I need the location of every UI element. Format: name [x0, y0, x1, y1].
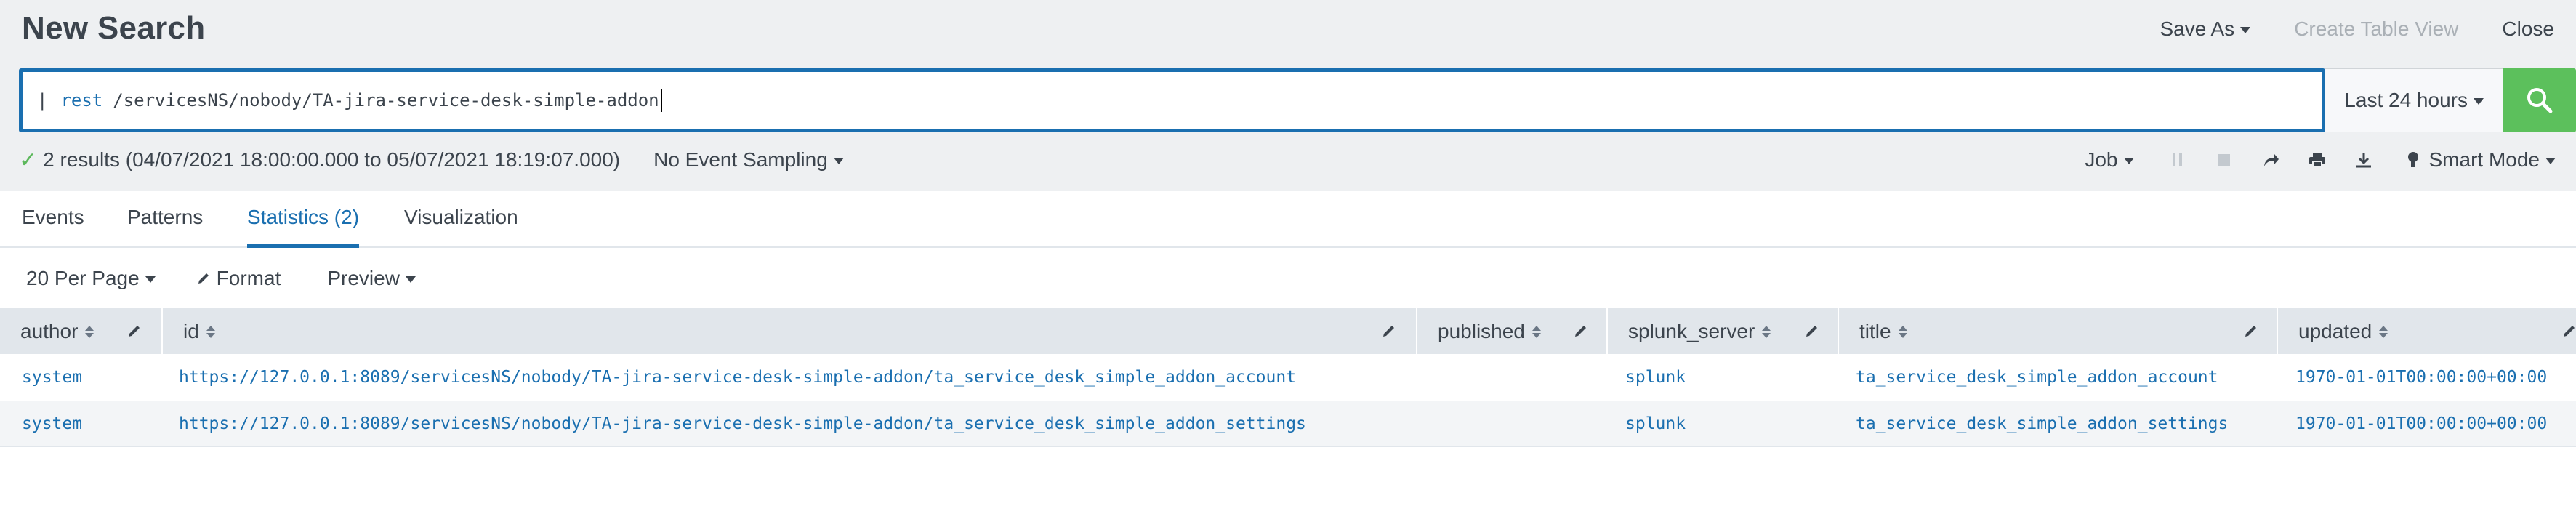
sort-icon [206, 325, 215, 338]
column-header-label: updated [2298, 320, 2372, 342]
format-button[interactable]: Format [196, 267, 281, 290]
chevron-down-icon [2473, 97, 2484, 105]
sort-icon [85, 325, 94, 338]
preview-label: Preview [327, 267, 400, 289]
preview-dropdown[interactable]: Preview [327, 267, 416, 290]
cell-splunk-server[interactable]: splunk [1625, 401, 1686, 447]
search-command: rest [60, 90, 103, 111]
chevron-down-icon [2123, 157, 2134, 164]
per-page-label: 20 Per Page [26, 267, 140, 289]
pencil-icon[interactable] [126, 323, 142, 339]
tab-events[interactable]: Events [22, 206, 84, 248]
column-header-label: splunk_server [1628, 320, 1755, 342]
chevron-down-icon [2545, 157, 2556, 164]
cell-id[interactable]: https://127.0.0.1:8089/servicesNS/nobody… [179, 401, 1306, 447]
tab-visualization[interactable]: Visualization [404, 206, 518, 248]
chevron-down-icon [405, 276, 416, 283]
search-icon [2527, 88, 2553, 113]
cell-title[interactable]: ta_service_desk_simple_addon_account [1856, 354, 2218, 401]
pencil-icon[interactable] [2561, 323, 2576, 339]
results-toolbar: 20 Per Page Format Preview [0, 249, 2576, 308]
cell-id[interactable]: https://127.0.0.1:8089/servicesNS/nobody… [179, 354, 1296, 401]
column-header-label: author [20, 320, 79, 342]
search-button[interactable] [2503, 68, 2576, 132]
lightbulb-icon [2407, 152, 2418, 167]
pause-icon[interactable] [2163, 145, 2192, 174]
search-argument: /servicesNS/nobody/TA-jira-service-desk-… [113, 90, 659, 111]
sort-icon [1531, 325, 1541, 338]
pencil-icon[interactable] [1804, 323, 1820, 339]
time-range-label: Last 24 hours [2344, 89, 2468, 111]
event-sampling-label: No Event Sampling [653, 148, 828, 171]
cell-author[interactable]: system [22, 354, 82, 401]
chevron-down-icon [833, 157, 844, 164]
job-controls: Job Smart Mode [2085, 145, 2556, 174]
table-row: system https://127.0.0.1:8089/servicesNS… [0, 401, 2576, 447]
pencil-icon[interactable] [1381, 323, 1397, 339]
per-page-dropdown[interactable]: 20 Per Page [26, 267, 156, 290]
page-title: New Search [22, 10, 206, 46]
stop-icon[interactable] [2210, 145, 2239, 174]
pencil-icon[interactable] [2243, 323, 2259, 339]
column-header-updated[interactable]: updated [2277, 308, 2576, 355]
column-header-id[interactable]: id [161, 308, 1416, 355]
column-header-splunk-server[interactable]: splunk_server [1606, 308, 1838, 355]
column-header-author[interactable]: author [0, 308, 161, 355]
top-actions: Save As Create Table View Close [2116, 13, 2554, 45]
column-header-label: published [1438, 320, 1525, 342]
sort-icon [2379, 325, 2388, 338]
search-mode-label: Smart Mode [2428, 148, 2540, 171]
search-input[interactable]: | rest /servicesNS/nobody/TA-jira-servic… [19, 68, 2326, 132]
statistics-table: author id published splunk_server title … [0, 308, 2576, 447]
cell-updated[interactable]: 1970-01-01T00:00:00+00:00 [2295, 354, 2547, 401]
search-header-zone: New Search Save As Create Table View Clo… [0, 0, 2576, 191]
tab-statistics[interactable]: Statistics (2) [247, 206, 360, 248]
share-icon[interactable] [2256, 145, 2285, 174]
cell-splunk-server[interactable]: splunk [1625, 354, 1686, 401]
export-icon[interactable] [2349, 145, 2378, 174]
cell-author[interactable]: system [22, 401, 82, 447]
time-range-picker[interactable]: Last 24 hours [2325, 68, 2504, 132]
pencil-icon[interactable] [1573, 323, 1589, 339]
column-header-published[interactable]: published [1416, 308, 1606, 355]
results-summary: 2 results (04/07/2021 18:00:00.000 to 05… [43, 148, 621, 171]
column-header-title[interactable]: title [1838, 308, 2277, 355]
format-label: Format [216, 267, 281, 289]
job-label: Job [2085, 148, 2118, 171]
cell-updated[interactable]: 1970-01-01T00:00:00+00:00 [2295, 401, 2547, 447]
tab-patterns[interactable]: Patterns [127, 206, 203, 248]
job-menu[interactable]: Job [2085, 148, 2134, 172]
event-sampling-dropdown[interactable]: No Event Sampling [653, 148, 844, 172]
chevron-down-icon [145, 276, 156, 283]
save-as-button[interactable]: Save As [2160, 17, 2251, 41]
search-pipe: | [37, 90, 48, 111]
check-icon: ✓ [19, 148, 38, 172]
search-bar: | rest /servicesNS/nobody/TA-jira-servic… [19, 68, 2576, 132]
save-as-label: Save As [2160, 17, 2235, 40]
search-mode-dropdown[interactable]: Smart Mode [2406, 148, 2556, 172]
job-status-bar: ✓ 2 results (04/07/2021 18:00:00.000 to … [19, 145, 2556, 174]
cell-title[interactable]: ta_service_desk_simple_addon_settings [1856, 401, 2228, 447]
chevron-down-icon [2240, 26, 2251, 33]
table-header: author id published splunk_server title … [0, 308, 2576, 355]
column-header-label: title [1859, 320, 1891, 342]
sort-icon [1898, 325, 1907, 338]
results-tabs: Events Patterns Statistics (2) Visualiza… [0, 191, 2576, 248]
print-icon[interactable] [2303, 145, 2332, 174]
create-table-view-button[interactable]: Create Table View [2294, 17, 2458, 41]
close-button[interactable]: Close [2502, 17, 2554, 41]
table-row: system https://127.0.0.1:8089/servicesNS… [0, 354, 2576, 401]
pencil-icon [198, 273, 209, 284]
text-cursor [660, 89, 662, 112]
column-header-label: id [183, 320, 199, 342]
sort-icon [1762, 325, 1771, 338]
